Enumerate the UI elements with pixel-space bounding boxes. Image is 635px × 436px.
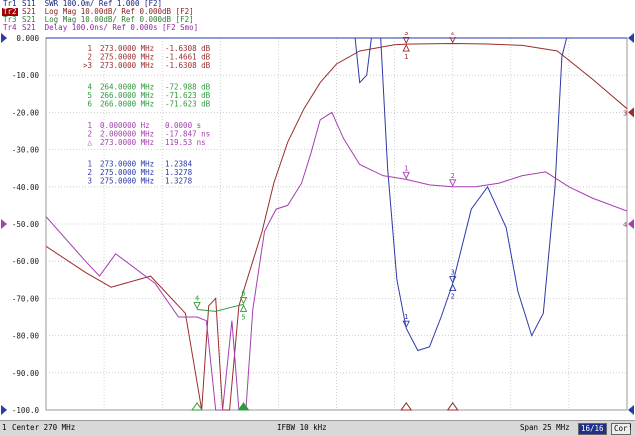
marker-label: 1	[404, 313, 408, 321]
marker-label: 2	[451, 293, 455, 301]
marker-label: 4	[195, 295, 199, 303]
y-tick-label: -70.00	[12, 294, 40, 303]
channel-number[interactable]: 1	[2, 421, 7, 435]
marker-table-row: 6 266.0000 MHz -71.623 dB	[87, 100, 210, 109]
chart[interactable]: 0.000 -10.00 -20.00 -30.00 -40.00 -50.00 -60.0…	[0, 28, 635, 420]
points-indicator: 16/16	[578, 423, 607, 435]
y-tick-label: -90.00	[12, 369, 40, 378]
status-bar: 1 Center 270 MHz IFBW 10 kHz Span 25 MHz…	[0, 420, 635, 436]
y-tick-label: -40.00	[12, 183, 40, 192]
marker-id: △	[87, 138, 92, 147]
trace-settings[interactable]: S21 Delay 100.0ns/ Ref 0.000s [F2 Smo]	[18, 24, 198, 32]
marker-frequency: 275.0000 MHz	[100, 177, 154, 186]
marker-label: 5	[241, 313, 245, 321]
y-tick-label: -60.00	[12, 257, 40, 266]
marker-label: 3	[451, 269, 455, 277]
marker-label: 6	[241, 289, 245, 297]
center-frequency[interactable]: Center 270 MHz	[12, 421, 75, 435]
status-flag: !	[628, 423, 633, 432]
reference-arrow-left	[1, 405, 7, 415]
y-tick-label: 0.000	[16, 34, 39, 43]
ifbw[interactable]: IFBW 10 kHz	[277, 421, 327, 435]
marker-value: 119.53 ns	[165, 138, 206, 147]
reference-arrow-label: 4	[623, 221, 627, 229]
y-tick-label: -100.0	[12, 406, 40, 415]
marker-value: -71.623 dB	[165, 100, 211, 109]
analyzer-screen: Tr1 S11 SWR 100.0m/ Ref 1.000 [F2] Tr2 S2…	[0, 0, 635, 436]
marker-table-row: >3 273.0000 MHz -1.6308 dB	[83, 61, 211, 70]
marker-label: 3	[404, 32, 408, 37]
reference-arrow-right	[628, 33, 634, 43]
trace-header: Tr1 S11 SWR 100.0m/ Ref 1.000 [F2] Tr2 S2…	[0, 0, 635, 32]
marker-value: -1.6308 dB	[165, 61, 211, 70]
reference-arrow-right	[628, 107, 634, 118]
marker-id: 3	[87, 177, 92, 186]
marker-value: 1.3278	[165, 177, 193, 186]
marker-id: >3	[83, 61, 92, 70]
marker-table-row: △ 273.0000 MHz 119.53 ns	[87, 138, 205, 147]
marker-label: 1	[404, 164, 408, 172]
y-tick-label: -50.00	[12, 220, 40, 229]
marker-label: 1	[404, 53, 408, 61]
y-tick-label: -20.00	[12, 108, 40, 117]
reference-arrow-left	[1, 219, 7, 229]
y-tick-label: -10.00	[12, 71, 40, 80]
plot-area[interactable]: 0.000 -10.00 -20.00 -30.00 -40.00 -50.00 -60.0…	[0, 28, 635, 420]
trace-id[interactable]: Tr4	[2, 24, 18, 32]
marker-frequency: 273.0000 MHz	[100, 61, 154, 70]
marker-table-row: 3 275.0000 MHz 1.3278	[87, 177, 192, 186]
marker-frequency: 273.0000 MHz	[100, 138, 154, 147]
marker-label: 2	[451, 32, 455, 36]
reference-arrow-label: 3	[623, 109, 627, 117]
y-tick-label: -30.00	[12, 146, 40, 155]
y-tick-label: -80.00	[12, 332, 40, 341]
span-frequency[interactable]: Span 25 MHz	[520, 421, 570, 435]
marker-frequency: 266.0000 MHz	[100, 100, 154, 109]
trace-header-tr4[interactable]: Tr4 S21 Delay 100.0ns/ Ref 0.000s [F2 Sm…	[2, 24, 198, 32]
reference-arrow-left	[1, 33, 7, 43]
reference-arrow-right	[628, 405, 634, 415]
marker-id: 6	[87, 100, 92, 109]
reference-arrow-right	[628, 219, 634, 229]
marker-label: 2	[451, 172, 455, 180]
